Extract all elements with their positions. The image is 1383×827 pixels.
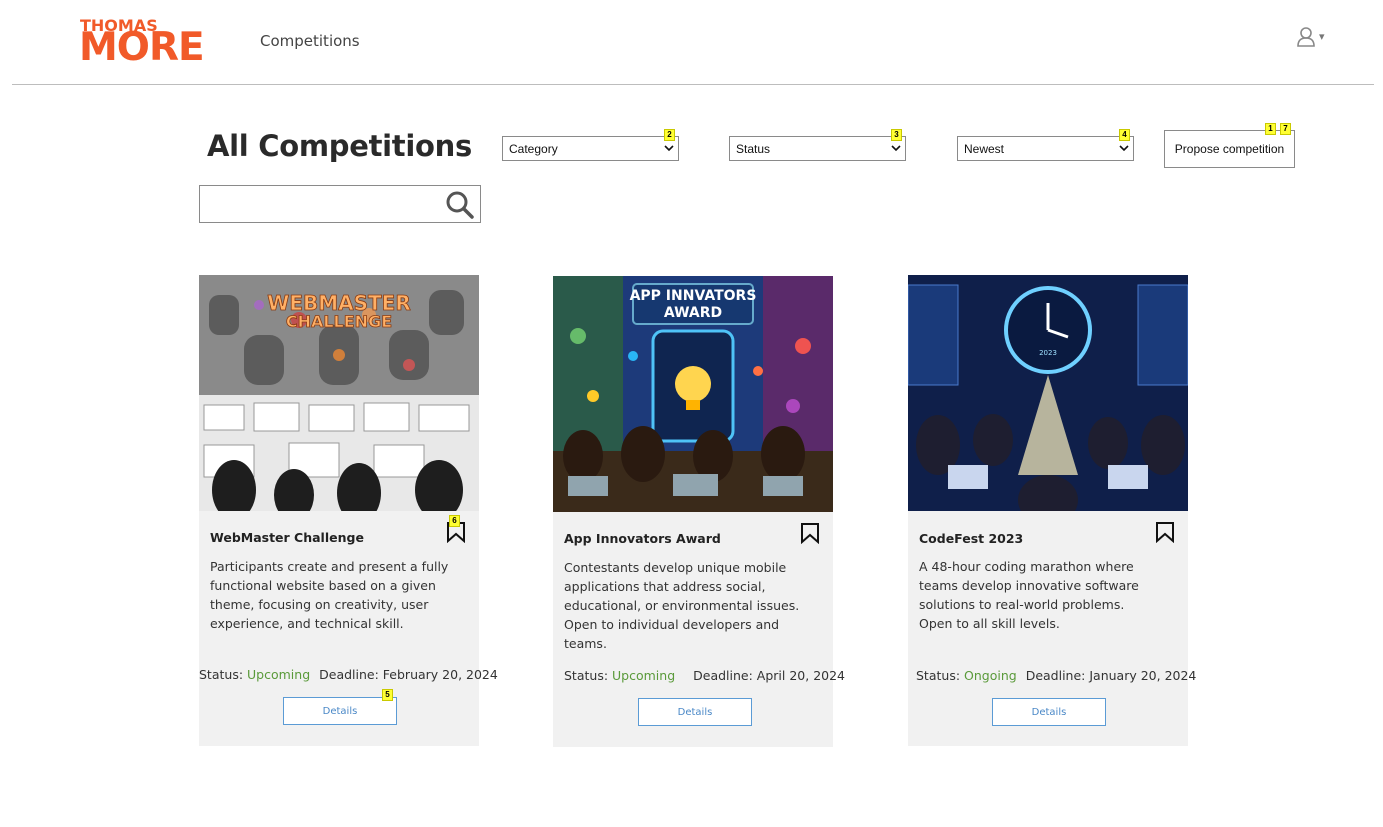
details-button[interactable]: Details <box>992 698 1106 726</box>
header: THOMAS MORE Competitions ▾ <box>0 0 1383 86</box>
thomas-more-logo[interactable]: THOMAS MORE <box>79 16 213 70</box>
sort-select[interactable]: Newest <box>957 136 1134 161</box>
status-select[interactable]: Status <box>729 136 906 161</box>
card-description: Participants create and present a fully … <box>210 559 449 631</box>
image-text: APP INNVATORS <box>630 288 757 304</box>
competition-image: WEBMASTER CHALLENGE <box>199 275 479 511</box>
details-button[interactable]: Details <box>638 698 752 726</box>
status-value: Ongoing <box>964 668 1017 683</box>
search-box <box>199 185 481 223</box>
chevron-down-icon: ▾ <box>1319 30 1325 43</box>
search-icon[interactable] <box>445 190 475 220</box>
card-status-line: Status: Upcoming Deadline: April 20, 202… <box>564 668 845 683</box>
logo-line-2: MORE <box>79 25 205 70</box>
card-description: Contestants develop unique mobile applic… <box>564 560 800 651</box>
deadline-text: Deadline: January 20, 2024 <box>1025 668 1197 683</box>
deadline-text: Deadline: February 20, 2024 <box>319 667 498 682</box>
competition-card: APP INNVATORS AWARD App Innovators Award… <box>553 276 845 747</box>
card-title: CodeFest 2023 <box>919 531 1024 546</box>
status-label: Status: <box>564 668 609 683</box>
header-divider <box>12 84 1374 85</box>
annotation-badge: 3 <box>891 129 902 141</box>
user-menu[interactable]: ▾ <box>1296 26 1332 50</box>
category-select[interactable]: Category <box>502 136 679 161</box>
annotation-badge: 6 <box>449 515 460 527</box>
user-icon <box>1297 27 1315 47</box>
search-input[interactable] <box>202 188 440 220</box>
status-label: Status: <box>199 667 244 682</box>
status-value: Upcoming <box>247 667 311 682</box>
competition-image: APP INNVATORS AWARD <box>553 276 833 512</box>
bookmark-icon[interactable] <box>1154 521 1176 543</box>
image-text: AWARD <box>664 305 722 321</box>
chevron-down-icon <box>1119 145 1129 152</box>
competition-card: WEBMASTER CHALLENGE WebMaster Challenge … <box>199 275 498 746</box>
chevron-down-icon <box>664 145 674 152</box>
image-text: 2023 <box>1039 349 1057 357</box>
card-status-line: Status: Ongoing Deadline: January 20, 20… <box>916 668 1196 683</box>
status-select-value: Status <box>736 142 771 156</box>
competition-card: 2023 CodeFest 2023 A 48-hour coding mara… <box>908 275 1196 746</box>
page-title: All Competitions <box>207 129 472 163</box>
card-status-line: Status: Upcoming Deadline: February 20, … <box>199 667 498 682</box>
status-value: Upcoming <box>612 668 676 683</box>
card-title: App Innovators Award <box>564 531 721 546</box>
deadline-text: Deadline: April 20, 2024 <box>693 668 846 683</box>
status-label: Status: <box>916 668 961 683</box>
bookmark-icon[interactable] <box>799 522 821 544</box>
sort-select-value: Newest <box>964 142 1005 156</box>
annotation-badge: 4 <box>1119 129 1130 141</box>
category-select-value: Category <box>509 142 558 156</box>
competition-image: 2023 <box>908 275 1188 511</box>
details-button[interactable]: Details <box>283 697 397 725</box>
propose-competition-button[interactable]: Propose competition <box>1164 130 1295 168</box>
annotation-badge: 1 <box>1265 123 1276 135</box>
annotation-badge: 2 <box>664 129 675 141</box>
card-title: WebMaster Challenge <box>210 530 364 545</box>
image-text: CHALLENGE <box>286 312 392 331</box>
card-description: A 48-hour coding marathon where teams de… <box>919 559 1139 631</box>
annotation-badge: 7 <box>1280 123 1291 135</box>
chevron-down-icon <box>891 145 901 152</box>
nav-competitions-link[interactable]: Competitions <box>260 32 360 50</box>
annotation-badge: 5 <box>382 689 393 701</box>
